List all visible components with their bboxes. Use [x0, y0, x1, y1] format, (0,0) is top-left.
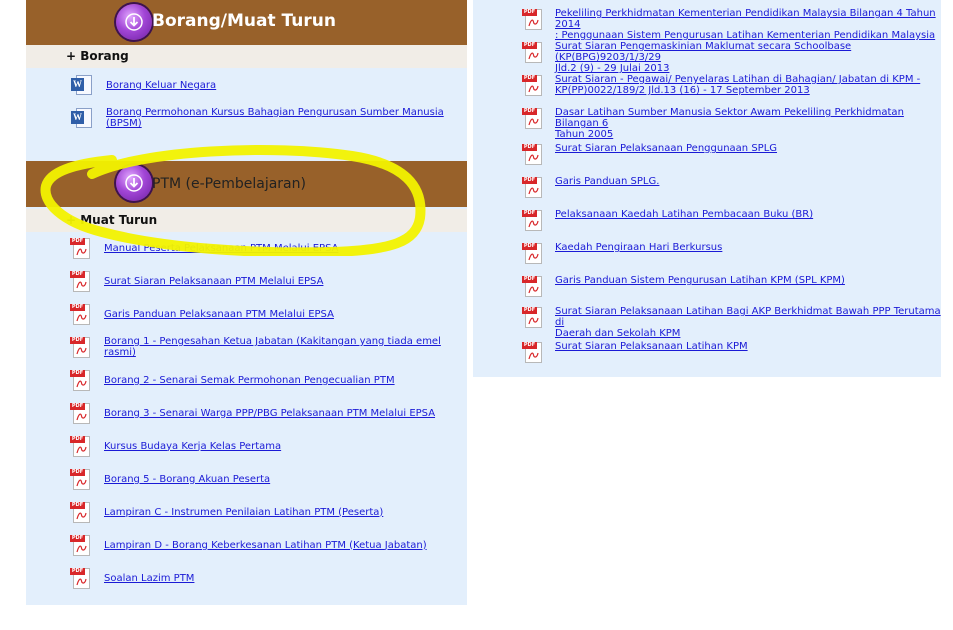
pdf-icon: PDF	[70, 236, 92, 260]
document-link[interactable]: Dasar Latihan Sumber Manusia Sektor Awam…	[555, 107, 941, 129]
list-item[interactable]: PDF Surat Siaran Pelaksanaan Latihan Bagi…	[522, 305, 941, 339]
document-link[interactable]: Kaedah Pengiraan Hari Berkursus	[555, 242, 722, 253]
word-doc-icon: W	[70, 107, 94, 129]
list-item[interactable]: W Borang Keluar Negara	[70, 74, 216, 96]
document-link[interactable]: Pekeliling Perkhidmatan Kementerian Pend…	[555, 8, 941, 30]
list-item[interactable]: PDF Garis Panduan SPLG.	[522, 175, 659, 199]
list-item[interactable]: PDF Surat Siaran Pelaksanaan Latihan KPM	[522, 340, 748, 364]
pdf-icon: PDF	[522, 305, 544, 329]
muat-turun-link[interactable]: Manual Peserta Pelaksanaan PTM Melalui E…	[104, 243, 338, 254]
pdf-icon: PDF	[70, 302, 92, 326]
muat-turun-section-toggle[interactable]: + Muat Turun	[26, 209, 467, 232]
document-link[interactable]: Pelaksanaan Kaedah Latihan Pembacaan Buk…	[555, 209, 813, 220]
muat-turun-link[interactable]: Borang 1 - Pengesahan Ketua Jabatan (Kak…	[104, 336, 467, 358]
list-item[interactable]: PDF Lampiran C - Instrumen Penilaian Lati…	[70, 500, 383, 524]
list-item[interactable]: PDF Kaedah Pengiraan Hari Berkursus	[522, 241, 722, 265]
pdf-icon: PDF	[70, 401, 92, 425]
document-link-continued[interactable]: KP(PP)0022/189/2 Jld.13 (16) - 17 Septem…	[555, 85, 920, 96]
list-item[interactable]: PDF Surat Siaran Pengemaskinian Maklumat …	[522, 40, 941, 74]
list-item[interactable]: PDF Surat Siaran Pelaksanaan PTM Melalui …	[70, 269, 323, 293]
ptm-header-title: PTM (e-Pembelajaran)	[152, 176, 306, 192]
pdf-icon: PDF	[522, 241, 544, 265]
muat-turun-link[interactable]: Borang 3 - Senarai Warga PPP/PBG Pelaksa…	[104, 408, 435, 419]
pdf-icon: PDF	[522, 274, 544, 298]
list-item[interactable]: PDF Soalan Lazim PTM	[70, 566, 194, 590]
borang-link[interactable]: Borang Keluar Negara	[106, 80, 216, 91]
borang-header: Borang/Muat Turun	[26, 0, 467, 46]
list-item[interactable]: PDF Garis Panduan Pelaksanaan PTM Melalui…	[70, 302, 334, 326]
document-link[interactable]: Garis Panduan Sistem Pengurusan Latihan …	[555, 275, 845, 286]
list-item[interactable]: PDF Pelaksanaan Kaedah Latihan Pembacaan …	[522, 208, 813, 232]
download-circle-icon	[116, 4, 152, 40]
ptm-header: PTM (e-Pembelajaran)	[26, 161, 467, 207]
document-link[interactable]: Surat Siaran Pelaksanaan Latihan Bagi AK…	[555, 306, 941, 328]
pdf-icon: PDF	[522, 142, 544, 166]
pdf-icon: PDF	[522, 208, 544, 232]
list-item[interactable]: PDF Surat Siaran Pelaksanaan Penggunaan S…	[522, 142, 777, 166]
list-item[interactable]: PDF Borang 1 - Pengesahan Ketua Jabatan (…	[70, 335, 467, 359]
left-panel: Borang/Muat Turun + Borang W Borang Kelu…	[26, 0, 467, 605]
borang-link[interactable]: Borang Permohonan Kursus Bahagian Pengur…	[106, 107, 467, 129]
list-item[interactable]: PDF Borang 2 - Senarai Semak Permohonan P…	[70, 368, 395, 392]
list-item[interactable]: PDF Surat Siaran - Pegawai/ Penyelaras La…	[522, 73, 920, 97]
document-link-continued[interactable]: Daerah dan Sekolah KPM	[555, 328, 941, 339]
pdf-icon: PDF	[70, 566, 92, 590]
muat-turun-link[interactable]: Borang 2 - Senarai Semak Permohonan Peng…	[104, 375, 395, 386]
list-item[interactable]: PDF Manual Peserta Pelaksanaan PTM Melalu…	[70, 236, 338, 260]
list-item[interactable]: PDF Dasar Latihan Sumber Manusia Sektor A…	[522, 106, 941, 140]
pdf-icon: PDF	[522, 340, 544, 364]
document-link[interactable]: Surat Siaran Pelaksanaan Penggunaan SPLG	[555, 143, 777, 154]
pdf-icon: PDF	[70, 500, 92, 524]
document-link[interactable]: Surat Siaran Pengemaskinian Maklumat sec…	[555, 41, 941, 63]
borang-section-toggle[interactable]: + Borang	[26, 45, 467, 68]
pdf-icon: PDF	[70, 467, 92, 491]
pdf-icon: PDF	[522, 7, 544, 31]
download-circle-icon	[116, 165, 152, 201]
pdf-icon: PDF	[70, 533, 92, 557]
right-panel: PDF Pekeliling Perkhidmatan Kementerian P…	[473, 0, 941, 377]
pdf-icon: PDF	[70, 368, 92, 392]
document-link[interactable]: Garis Panduan SPLG.	[555, 176, 659, 187]
pdf-icon: PDF	[522, 175, 544, 199]
list-item[interactable]: PDF Kursus Budaya Kerja Kelas Pertama	[70, 434, 281, 458]
pdf-icon: PDF	[522, 73, 544, 97]
list-item[interactable]: PDF Pekeliling Perkhidmatan Kementerian P…	[522, 7, 941, 41]
list-item[interactable]: PDF Borang 3 - Senarai Warga PPP/PBG Pela…	[70, 401, 435, 425]
pdf-icon: PDF	[70, 335, 92, 359]
muat-turun-link[interactable]: Surat Siaran Pelaksanaan PTM Melalui EPS…	[104, 276, 323, 287]
muat-turun-link[interactable]: Soalan Lazim PTM	[104, 573, 194, 584]
borang-header-title: Borang/Muat Turun	[152, 11, 336, 31]
pdf-icon: PDF	[522, 40, 544, 64]
document-link[interactable]: Surat Siaran Pelaksanaan Latihan KPM	[555, 341, 748, 352]
word-doc-icon: W	[70, 74, 94, 96]
list-item[interactable]: PDF Garis Panduan Sistem Pengurusan Latih…	[522, 274, 845, 298]
pdf-icon: PDF	[70, 269, 92, 293]
muat-turun-link[interactable]: Kursus Budaya Kerja Kelas Pertama	[104, 441, 281, 452]
list-item[interactable]: PDF Lampiran D - Borang Keberkesanan Lati…	[70, 533, 427, 557]
muat-turun-link[interactable]: Lampiran D - Borang Keberkesanan Latihan…	[104, 540, 427, 551]
document-link[interactable]: Surat Siaran - Pegawai/ Penyelaras Latih…	[555, 74, 920, 85]
pdf-icon: PDF	[522, 106, 544, 130]
document-link-continued[interactable]: Tahun 2005	[555, 129, 941, 140]
muat-turun-link[interactable]: Garis Panduan Pelaksanaan PTM Melalui EP…	[104, 309, 334, 320]
list-item[interactable]: W Borang Permohonan Kursus Bahagian Peng…	[70, 107, 467, 129]
pdf-icon: PDF	[70, 434, 92, 458]
muat-turun-link[interactable]: Lampiran C - Instrumen Penilaian Latihan…	[104, 507, 383, 518]
muat-turun-link[interactable]: Borang 5 - Borang Akuan Peserta	[104, 474, 270, 485]
list-item[interactable]: PDF Borang 5 - Borang Akuan Peserta	[70, 467, 270, 491]
